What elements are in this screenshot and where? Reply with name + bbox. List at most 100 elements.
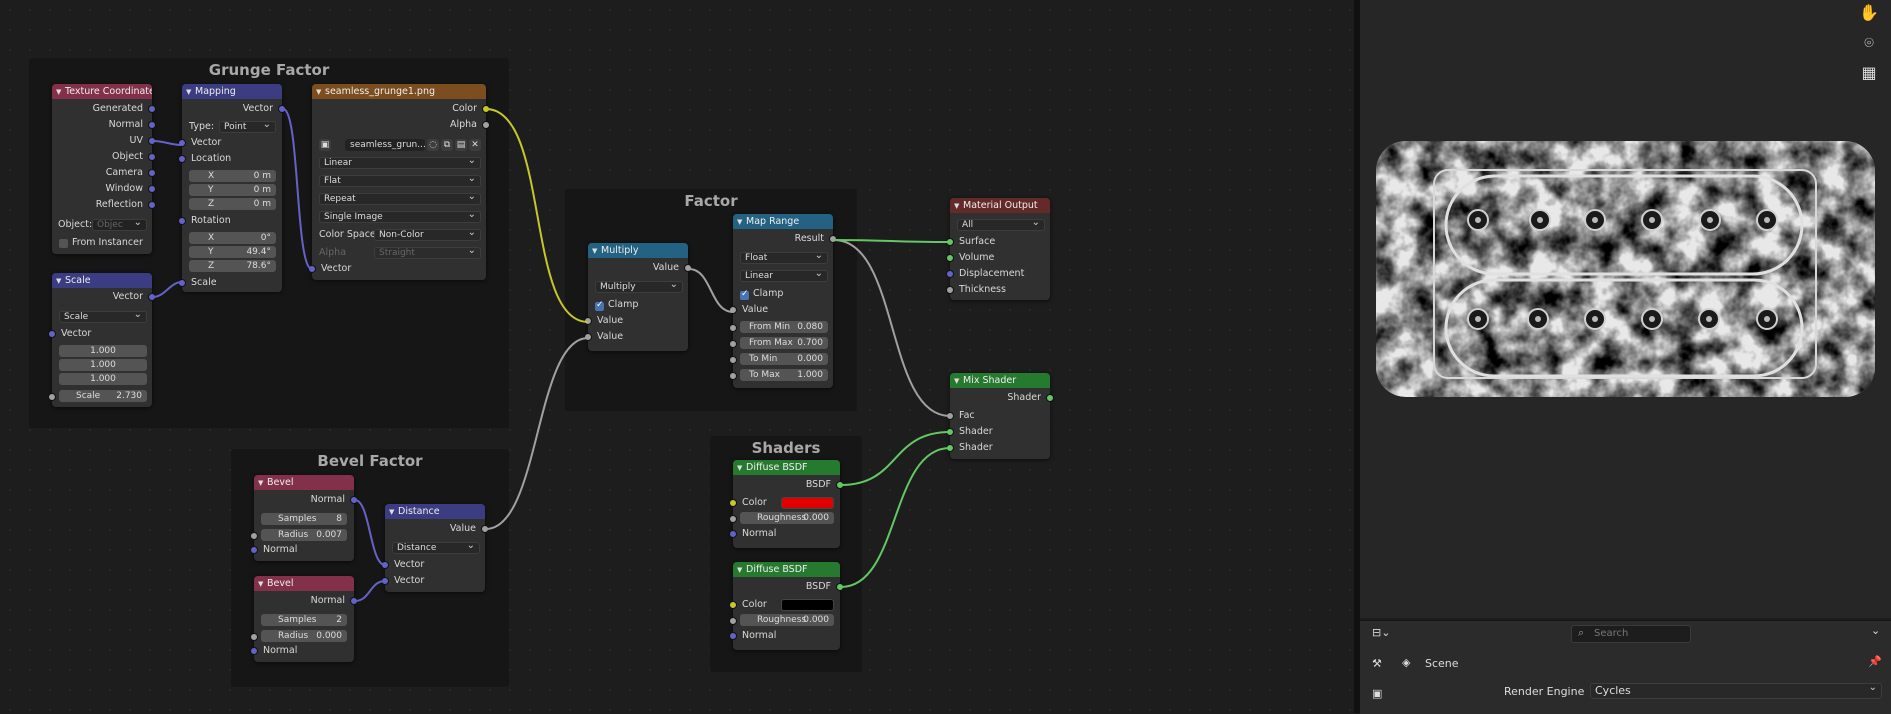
open-file-icon[interactable]: ▤ [455, 139, 467, 151]
node-diffuse-bsdf-1[interactable]: ▼ Diffuse BSDF BSDF Color Roughness 0.000 … [729, 460, 844, 548]
socket[interactable] [729, 499, 737, 507]
socket[interactable] [278, 105, 286, 113]
socket[interactable] [729, 632, 737, 640]
socket[interactable] [178, 139, 186, 147]
from-max-field[interactable]: From Max 0.700 [740, 337, 828, 349]
socket[interactable] [148, 201, 156, 209]
node-vector-scale[interactable]: ▼Scale Vector Scale Vector 1.000 1.000 1… [48, 273, 156, 407]
node-header[interactable]: ▼ Bevel [254, 576, 354, 591]
socket[interactable] [729, 372, 737, 380]
socket[interactable] [946, 444, 954, 452]
node-header[interactable]: ▼ Texture Coordinate [52, 84, 152, 99]
to-max-field[interactable]: To Max 1.000 [740, 369, 828, 381]
node-mapping[interactable]: ▼Mapping Vector Type: Point Vector Locat… [178, 84, 286, 292]
math-operation-select[interactable]: Multiply [595, 281, 683, 293]
chevron-down-icon[interactable]: ▼ [737, 563, 746, 577]
node-header[interactable]: ▼ Scale [52, 273, 152, 288]
socket[interactable] [381, 577, 389, 585]
socket[interactable] [178, 155, 186, 163]
socket[interactable] [250, 633, 258, 641]
socket[interactable] [836, 481, 844, 489]
socket[interactable] [946, 412, 954, 420]
node-header[interactable]: ▼ Map Range [733, 214, 833, 229]
socket[interactable] [148, 105, 156, 113]
node-header[interactable]: ▼ Bevel [254, 475, 354, 490]
location-y-field[interactable]: Y 0 m [189, 184, 276, 196]
node-header[interactable]: ▼ Mix Shader [950, 373, 1050, 388]
data-type-select[interactable]: Float [740, 252, 828, 264]
node-map-range[interactable]: ▼Map Range Result Float Linear Clamp Val… [729, 214, 837, 388]
radius-field[interactable]: Radius 0.007 [261, 529, 347, 541]
socket[interactable] [148, 121, 156, 129]
socket[interactable] [148, 137, 156, 145]
vector-z-field[interactable]: 1.000 [59, 373, 147, 385]
socket[interactable] [350, 496, 358, 504]
grid-icon[interactable]: ▦ [1858, 62, 1880, 84]
node-multiply[interactable]: ▼Multiply Value Multiply Clamp Value Val… [584, 243, 692, 351]
hand-icon[interactable]: ✋ [1858, 2, 1880, 24]
vector-y-field[interactable]: 1.000 [59, 359, 147, 371]
socket[interactable] [829, 235, 837, 243]
socket[interactable] [729, 356, 737, 364]
chevron-down-icon[interactable]: ▼ [954, 374, 963, 388]
samples-field[interactable]: Samples 2 [261, 614, 347, 626]
from-min-field[interactable]: From Min 0.080 [740, 321, 828, 333]
socket[interactable] [148, 185, 156, 193]
operation-select[interactable]: Distance [392, 542, 480, 554]
interpolation-select[interactable]: Linear [319, 157, 481, 169]
editor-type-icon[interactable]: ⊟⌄ [1372, 626, 1398, 642]
socket[interactable] [481, 525, 489, 533]
operation-select[interactable]: Scale [59, 311, 147, 323]
roughness-field[interactable]: Roughness 0.000 [740, 512, 834, 524]
socket[interactable] [946, 254, 954, 262]
chevron-down-icon[interactable]: ▼ [954, 199, 963, 213]
duplicate-icon[interactable]: ⧉ [441, 139, 453, 151]
node-header[interactable]: ▼ Distance [385, 504, 485, 519]
tool-icon[interactable]: ⚒ [1372, 657, 1382, 670]
socket[interactable] [729, 601, 737, 609]
node-image-texture[interactable]: ▼ seamless_grunge1.png Color Alpha ▣ seam… [308, 84, 490, 280]
render-engine-select[interactable]: Cycles [1590, 683, 1882, 699]
pin-icon[interactable]: 📌 [1868, 655, 1882, 668]
location-z-field[interactable]: Z 0 m [189, 198, 276, 210]
to-min-field[interactable]: To Min 0.000 [740, 353, 828, 365]
chevron-down-icon[interactable]: ▼ [258, 577, 267, 591]
socket[interactable] [946, 286, 954, 294]
3d-viewport[interactable]: ✋ ⌾ ▦ [1360, 0, 1891, 618]
socket[interactable] [482, 105, 490, 113]
node-bevel-1[interactable]: ▼ Bevel Normal Samples 8 Radius 0.007 Norma… [250, 475, 358, 561]
socket[interactable] [729, 324, 737, 332]
color-space-select[interactable]: Non-Color [374, 229, 481, 241]
node-header[interactable]: ▼ Mapping [182, 84, 282, 99]
socket[interactable] [684, 264, 692, 272]
socket[interactable] [148, 153, 156, 161]
chevron-down-icon[interactable]: ▼ [56, 85, 65, 99]
chevron-down-icon[interactable]: ▼ [389, 505, 398, 519]
fake-user-icon[interactable]: ◌ [427, 139, 439, 151]
extension-select[interactable]: Repeat [319, 193, 481, 205]
socket[interactable] [250, 532, 258, 540]
image-name-field[interactable]: seamless_grun... [345, 139, 425, 151]
node-header[interactable]: ▼ Multiply [588, 243, 688, 258]
socket[interactable] [946, 238, 954, 246]
mapping-type-select[interactable]: Point [219, 121, 276, 133]
chevron-down-icon[interactable]: ⌄ [1871, 624, 1880, 637]
node-header[interactable]: ▼ Material Output [950, 198, 1050, 213]
rotation-x-field[interactable]: X 0° [189, 232, 276, 244]
socket[interactable] [729, 515, 737, 523]
samples-field[interactable]: Samples 8 [261, 513, 347, 525]
socket[interactable] [584, 317, 592, 325]
object-picker[interactable]: Objec [92, 219, 147, 231]
socket[interactable] [584, 333, 592, 341]
node-header[interactable]: ▼ seamless_grunge1.png [312, 84, 486, 99]
node-header[interactable]: ▼ Diffuse BSDF [733, 460, 840, 475]
render-icon[interactable]: ▣ [1372, 687, 1382, 700]
socket[interactable] [350, 597, 358, 605]
socket[interactable] [729, 306, 737, 314]
interpolation-select[interactable]: Linear [740, 270, 828, 282]
socket[interactable] [1046, 394, 1054, 402]
roughness-field[interactable]: Roughness 0.000 [740, 614, 834, 626]
socket[interactable] [178, 217, 186, 225]
vector-x-field[interactable]: 1.000 [59, 345, 147, 357]
node-diffuse-bsdf-2[interactable]: ▼ Diffuse BSDF BSDF Color Roughness 0.000 … [729, 562, 844, 650]
